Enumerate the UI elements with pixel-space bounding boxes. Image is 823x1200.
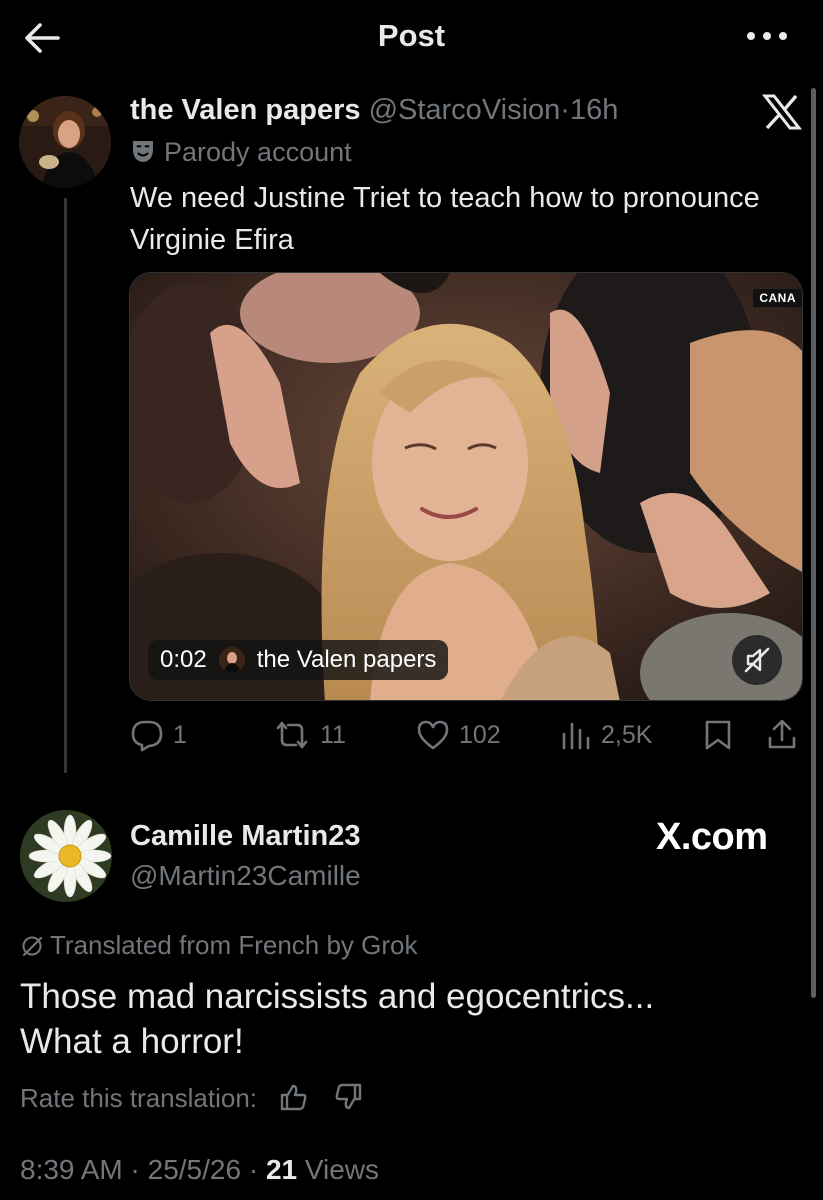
speaker-muted-icon	[744, 647, 770, 673]
video-timestamp: 0:02	[160, 646, 207, 673]
rate-label: Rate this translation:	[20, 1083, 258, 1113]
grok-icon	[22, 936, 43, 957]
avatar[interactable]	[19, 96, 111, 188]
reply-text-line: Those mad narcissists and egocentrics...	[20, 977, 655, 1016]
more-horizontal-icon[interactable]	[745, 26, 789, 46]
x-logo-icon	[762, 94, 802, 130]
reply-text-line: What a horror!	[20, 1022, 244, 1061]
post-actions: 1 11 102 2,5K	[129, 718, 809, 758]
share-icon	[768, 719, 796, 749]
separator-dot: ·	[560, 94, 570, 126]
reply-icon	[131, 720, 163, 752]
avatar[interactable]	[20, 810, 112, 902]
video-player[interactable]: CANA 0:02 the Valen papers	[129, 272, 803, 701]
theater-masks-icon	[133, 141, 153, 162]
views-button[interactable]: 2,5K	[559, 718, 652, 752]
like-count: 102	[459, 720, 501, 749]
bookmark-button[interactable]	[703, 718, 733, 752]
post-text: We need Justine Triet to teach how to pr…	[130, 182, 760, 256]
bookmark-icon	[705, 720, 731, 750]
post-meta: 8:39 AM · 25/5/26 · 21 Views	[20, 1154, 379, 1186]
heart-icon	[417, 720, 449, 750]
reply-time[interactable]: 8:39 AM	[20, 1154, 123, 1185]
analytics-icon	[562, 722, 590, 750]
reply-author-name[interactable]: Camille Martin23	[130, 820, 360, 853]
rate-translation: Rate this translation:	[20, 1083, 364, 1114]
translation-note-text: Translated from French by Grok	[50, 930, 418, 960]
thumbs-down-icon[interactable]	[334, 1083, 364, 1111]
reply-author-handle[interactable]: @Martin23Camille	[130, 860, 361, 892]
repost-button[interactable]: 11	[272, 718, 346, 752]
mute-button[interactable]	[732, 635, 782, 685]
reply-date[interactable]: 25/5/26	[148, 1154, 241, 1185]
reply-count: 1	[173, 720, 187, 749]
repost-icon	[276, 721, 308, 749]
parody-label: Parody account	[130, 137, 352, 168]
reply-button[interactable]: 1	[129, 718, 187, 752]
author-handle[interactable]: @StarcoVision	[369, 94, 561, 126]
top-bar: Post	[0, 0, 823, 76]
reply-text: Those mad narcissists and egocentrics...…	[20, 974, 780, 1064]
separator-dot: ·	[130, 1154, 140, 1185]
view-count: 2,5K	[601, 720, 653, 749]
like-button[interactable]: 102	[415, 718, 501, 752]
thread-connector-line	[64, 198, 67, 773]
reply-views-label: Views	[304, 1154, 380, 1185]
video-author-avatar	[218, 647, 245, 673]
translation-note: Translated from French by Grok	[20, 930, 418, 961]
parody-label-text: Parody account	[164, 137, 352, 167]
post-time[interactable]: 16h	[570, 94, 618, 126]
page-title: Post	[377, 18, 446, 53]
video-author-name: the Valen papers	[256, 646, 437, 673]
watermark-text: X.com	[656, 816, 768, 858]
thumbs-up-icon[interactable]	[278, 1083, 308, 1111]
post-header: the Valen papers @StarcoVision·16h	[130, 94, 618, 127]
video-frame	[130, 273, 802, 700]
channel-tag: CANA	[753, 289, 802, 307]
scrollbar[interactable]	[811, 88, 816, 998]
reply-views-count[interactable]: 21	[266, 1154, 297, 1185]
author-name[interactable]: the Valen papers	[130, 94, 361, 126]
separator-dot: ·	[248, 1154, 259, 1185]
share-button[interactable]	[765, 718, 799, 752]
video-badge: 0:02 the Valen papers	[148, 640, 449, 680]
repost-count: 11	[320, 720, 346, 749]
